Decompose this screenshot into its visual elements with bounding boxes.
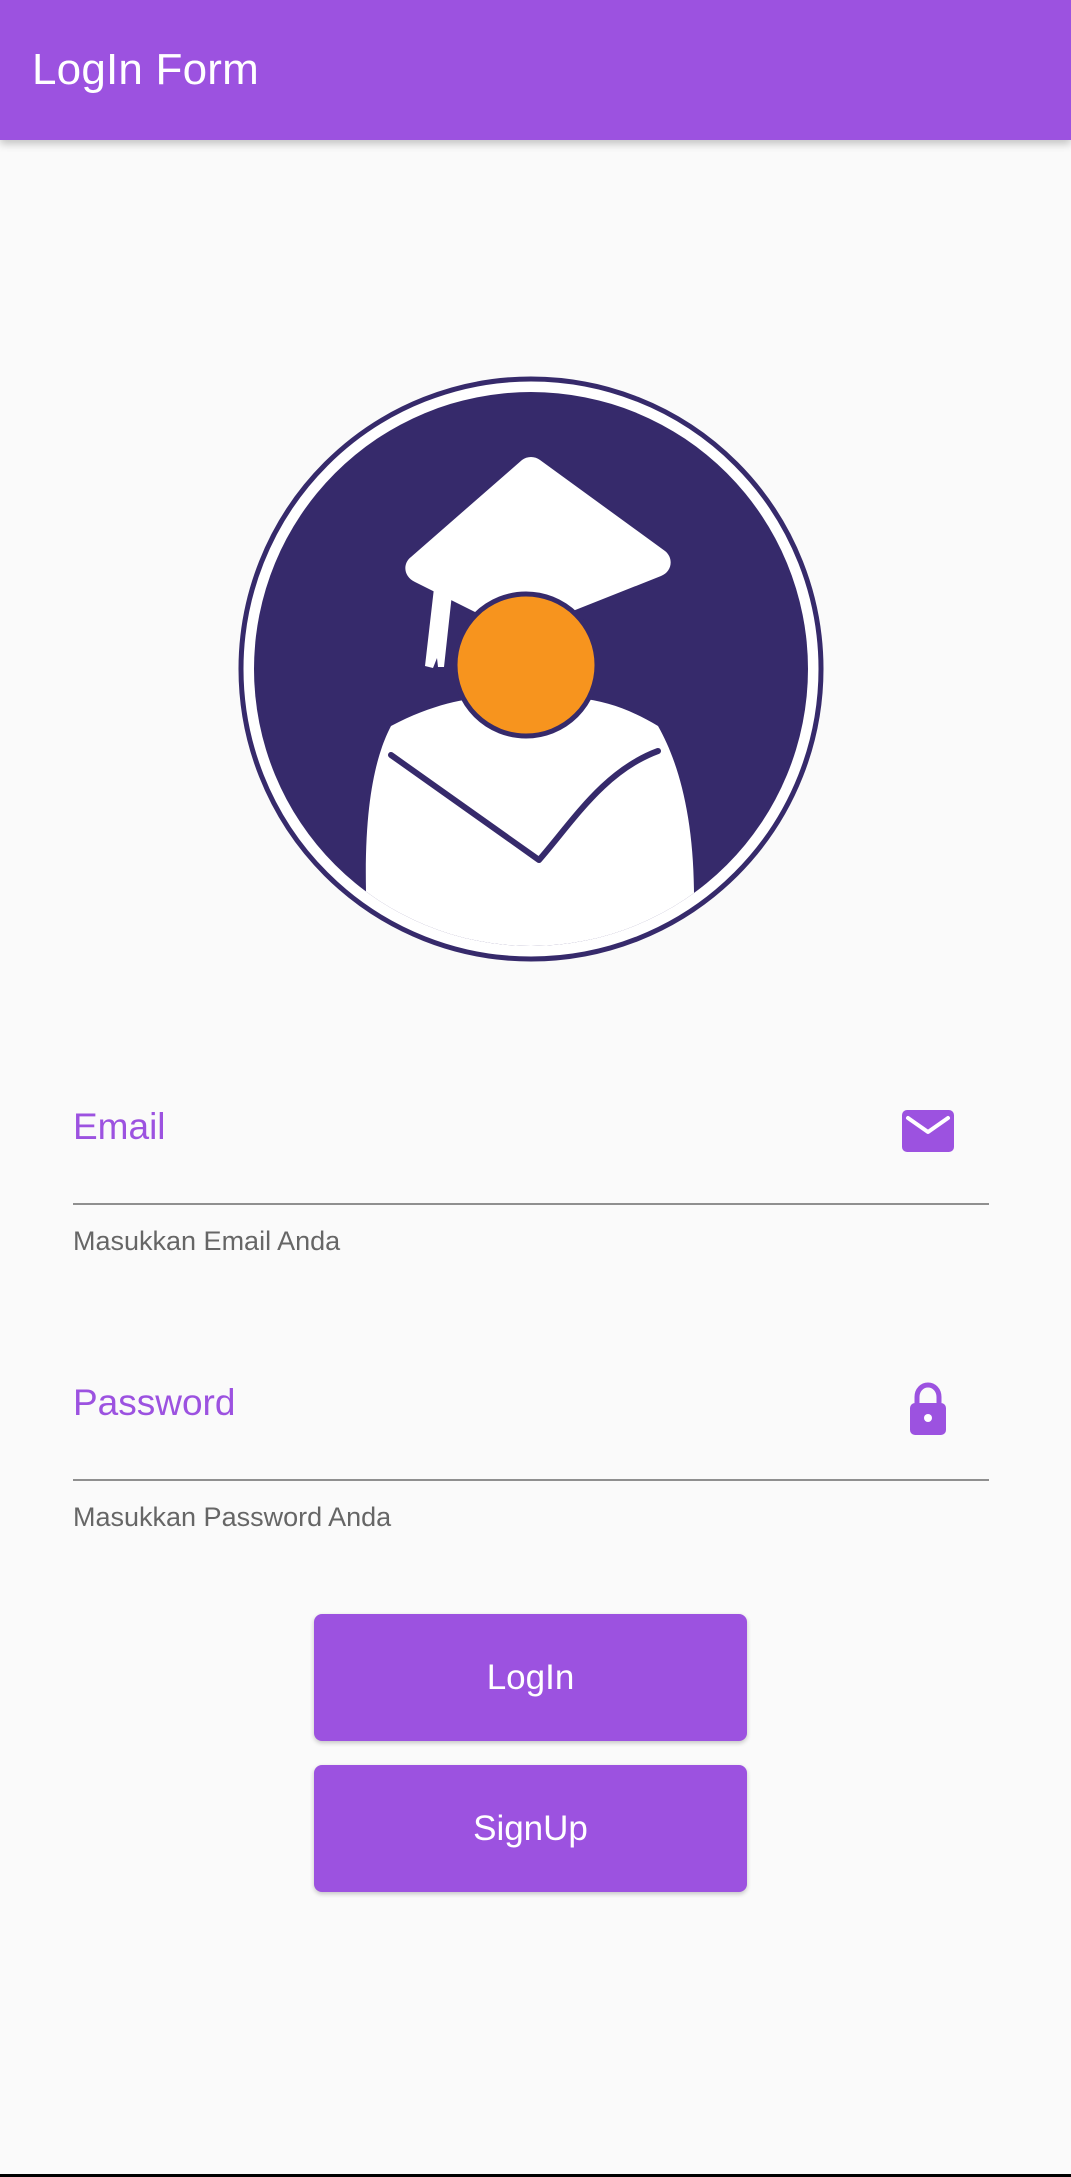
email-label: Email <box>73 1106 166 1147</box>
email-field[interactable]: Email Masukkan Email Anda <box>73 1075 989 1257</box>
password-input[interactable]: Password <box>73 1351 989 1481</box>
signup-button[interactable]: SignUp <box>314 1765 747 1892</box>
password-helper-text: Masukkan Password Anda <box>73 1502 392 1532</box>
mail-icon <box>901 1105 955 1159</box>
email-input[interactable]: Email <box>73 1075 989 1205</box>
lock-icon <box>901 1381 955 1435</box>
email-helper-text: Masukkan Email Anda <box>73 1226 341 1256</box>
graduate-avatar-icon <box>238 376 824 962</box>
password-field[interactable]: Password Masukkan Password Anda <box>73 1351 989 1533</box>
login-button[interactable]: LogIn <box>314 1614 747 1741</box>
app-title: LogIn Form <box>32 45 259 94</box>
password-label: Password <box>73 1382 236 1423</box>
app-bar: LogIn Form <box>0 0 1071 140</box>
